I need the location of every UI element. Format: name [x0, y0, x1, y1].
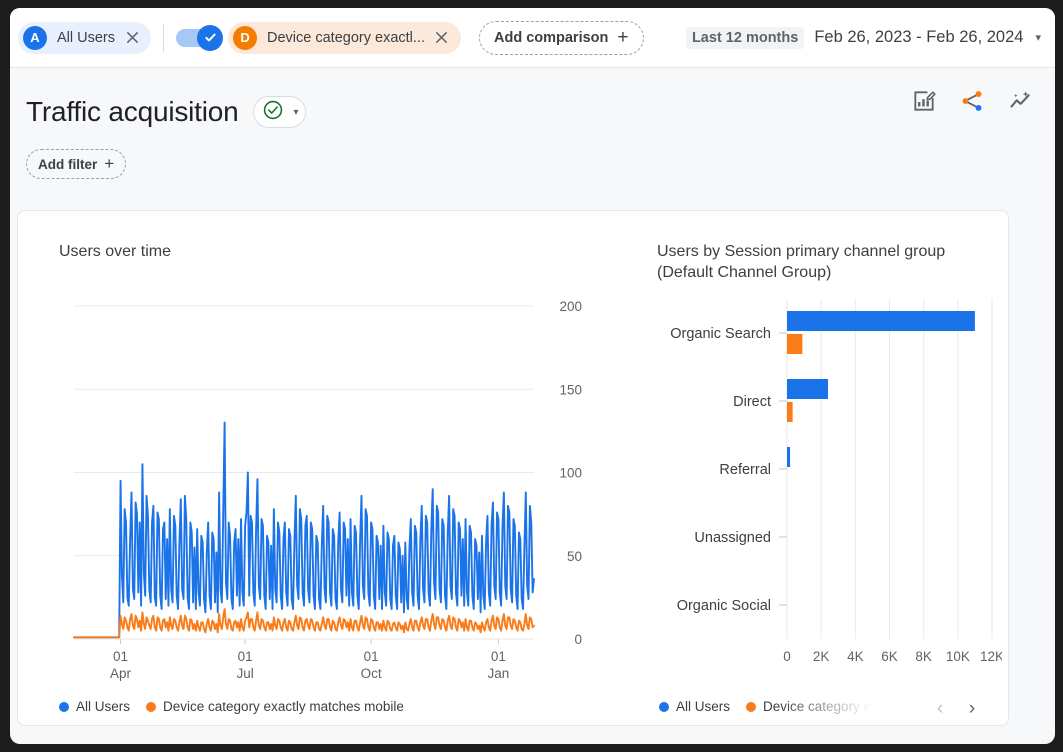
legend-label: Device category exactly matches mobile: [763, 699, 927, 714]
x-axis-tick: Apr: [110, 666, 132, 681]
divider: [163, 24, 164, 52]
x-axis-tick: Oct: [361, 666, 382, 681]
close-icon[interactable]: [121, 27, 143, 49]
legend-label: Device category exactly matches mobile: [163, 699, 404, 714]
comparison-chip-all-users[interactable]: A All Users: [18, 22, 151, 54]
share-icon[interactable]: [959, 88, 985, 119]
legend-next-button[interactable]: ›: [958, 695, 986, 723]
legend-label: All Users: [676, 699, 730, 714]
comparison-chip-device-category[interactable]: D Device category exactl...: [228, 22, 461, 54]
legend-item[interactable]: Device category exactly matches mobile: [146, 699, 404, 714]
date-range-picker[interactable]: Last 12 months Feb 26, 2023 - Feb 26, 20…: [686, 27, 1041, 49]
x-axis-tick: 01: [113, 649, 128, 664]
add-filter-label: Add filter: [38, 157, 97, 172]
y-axis-tick: 100: [559, 466, 582, 481]
bar-category-label: Referral: [719, 462, 771, 478]
close-icon[interactable]: [431, 27, 453, 49]
bar-category-label: Organic Search: [670, 326, 771, 342]
bar: [787, 311, 975, 331]
plus-icon: +: [104, 154, 114, 174]
users-over-time-chart[interactable]: 0 50 100 150 200 01 Apr 01 Jul 01 Oct 01 Jan: [36, 291, 608, 711]
comparison-chip-label: Device category exactl...: [267, 30, 425, 46]
bar-category-label: Organic Social: [677, 598, 771, 614]
line-series: [74, 423, 534, 638]
bar-category-label: Unassigned: [694, 530, 771, 546]
legend-color-dot: [746, 702, 756, 712]
date-preset-label: Last 12 months: [686, 27, 804, 49]
date-range-label: Feb 26, 2023 - Feb 26, 2024: [814, 28, 1023, 47]
x-axis-tick: Jul: [236, 666, 253, 681]
comparison-chip-label: All Users: [57, 30, 115, 46]
panel-title: Users by Session primary channel group (…: [657, 241, 987, 283]
x-axis-tick: 01: [364, 649, 379, 664]
bar: [787, 334, 802, 354]
users-by-channel-panel: Users by Session primary channel group (…: [657, 241, 987, 283]
comparison-avatar-d: D: [233, 26, 257, 50]
add-comparison-button[interactable]: Add comparison +: [479, 21, 644, 55]
add-comparison-label: Add comparison: [494, 30, 608, 46]
header-actions: [911, 88, 1033, 119]
bar-chart-legend: All Users Device category exactly matches…: [659, 699, 927, 721]
toggle-knob-check-icon: [197, 25, 223, 51]
x-axis-tick: 10K: [946, 649, 970, 664]
legend-color-dot: [659, 702, 669, 712]
x-axis-tick: 01: [491, 649, 506, 664]
legend-item[interactable]: Device category exactly matches mobile: [746, 699, 927, 714]
x-axis-tick: 01: [238, 649, 253, 664]
comparison-avatar-a: A: [23, 26, 47, 50]
title-row: Traffic acquisition ▾: [26, 96, 1055, 128]
comparison-bar: A All Users D Device category exactl...: [10, 8, 1055, 68]
x-axis-tick: Jan: [488, 666, 510, 681]
x-axis-tick: 8K: [915, 649, 932, 664]
chevron-down-icon[interactable]: ▾: [1033, 31, 1041, 44]
browser-window: A All Users D Device category exactl...: [10, 8, 1055, 744]
check-circle-icon: [262, 99, 284, 126]
edit-chart-icon[interactable]: [911, 88, 937, 119]
legend-item[interactable]: All Users: [659, 699, 730, 714]
x-axis-tick: 0: [783, 649, 791, 664]
users-by-channel-chart[interactable]: 0 2K 4K 6K 8K 10K 12K Organic Search Direct Refer…: [642, 291, 1002, 711]
comparison-toggle[interactable]: [176, 29, 220, 47]
chevron-down-icon[interactable]: ▾: [294, 107, 299, 118]
y-axis-tick: 0: [574, 632, 582, 647]
legend-label: All Users: [76, 699, 130, 714]
legend-color-dot: [146, 702, 156, 712]
y-axis-tick: 150: [559, 382, 582, 397]
x-axis-tick: 2K: [813, 649, 830, 664]
report-card: Users over time Users by Session primary…: [17, 210, 1009, 726]
bar-category-label: Direct: [733, 394, 771, 410]
line-chart-legend: All Users Device category exactly matches…: [59, 699, 420, 714]
x-axis-tick: 4K: [847, 649, 864, 664]
legend-item[interactable]: All Users: [59, 699, 130, 714]
y-axis-tick: 200: [559, 299, 582, 314]
add-filter-button[interactable]: Add filter +: [26, 149, 126, 179]
insights-icon[interactable]: [1007, 88, 1033, 119]
bar: [787, 379, 828, 399]
plus-icon: +: [617, 27, 628, 49]
x-axis-tick: 12K: [980, 649, 1002, 664]
report-status-chip[interactable]: ▾: [253, 96, 306, 128]
line-series: [74, 609, 534, 637]
y-axis-tick: 50: [567, 549, 582, 564]
legend-color-dot: [59, 702, 69, 712]
x-axis-tick: 6K: [881, 649, 898, 664]
bar: [787, 402, 793, 422]
legend-prev-button[interactable]: ‹: [926, 695, 954, 723]
page-title: Traffic acquisition: [26, 96, 239, 128]
panel-title: Users over time: [59, 241, 599, 262]
bar: [787, 447, 790, 467]
page-header: Traffic acquisition ▾ Add filter +: [10, 68, 1055, 218]
users-over-time-panel: Users over time: [59, 241, 599, 262]
